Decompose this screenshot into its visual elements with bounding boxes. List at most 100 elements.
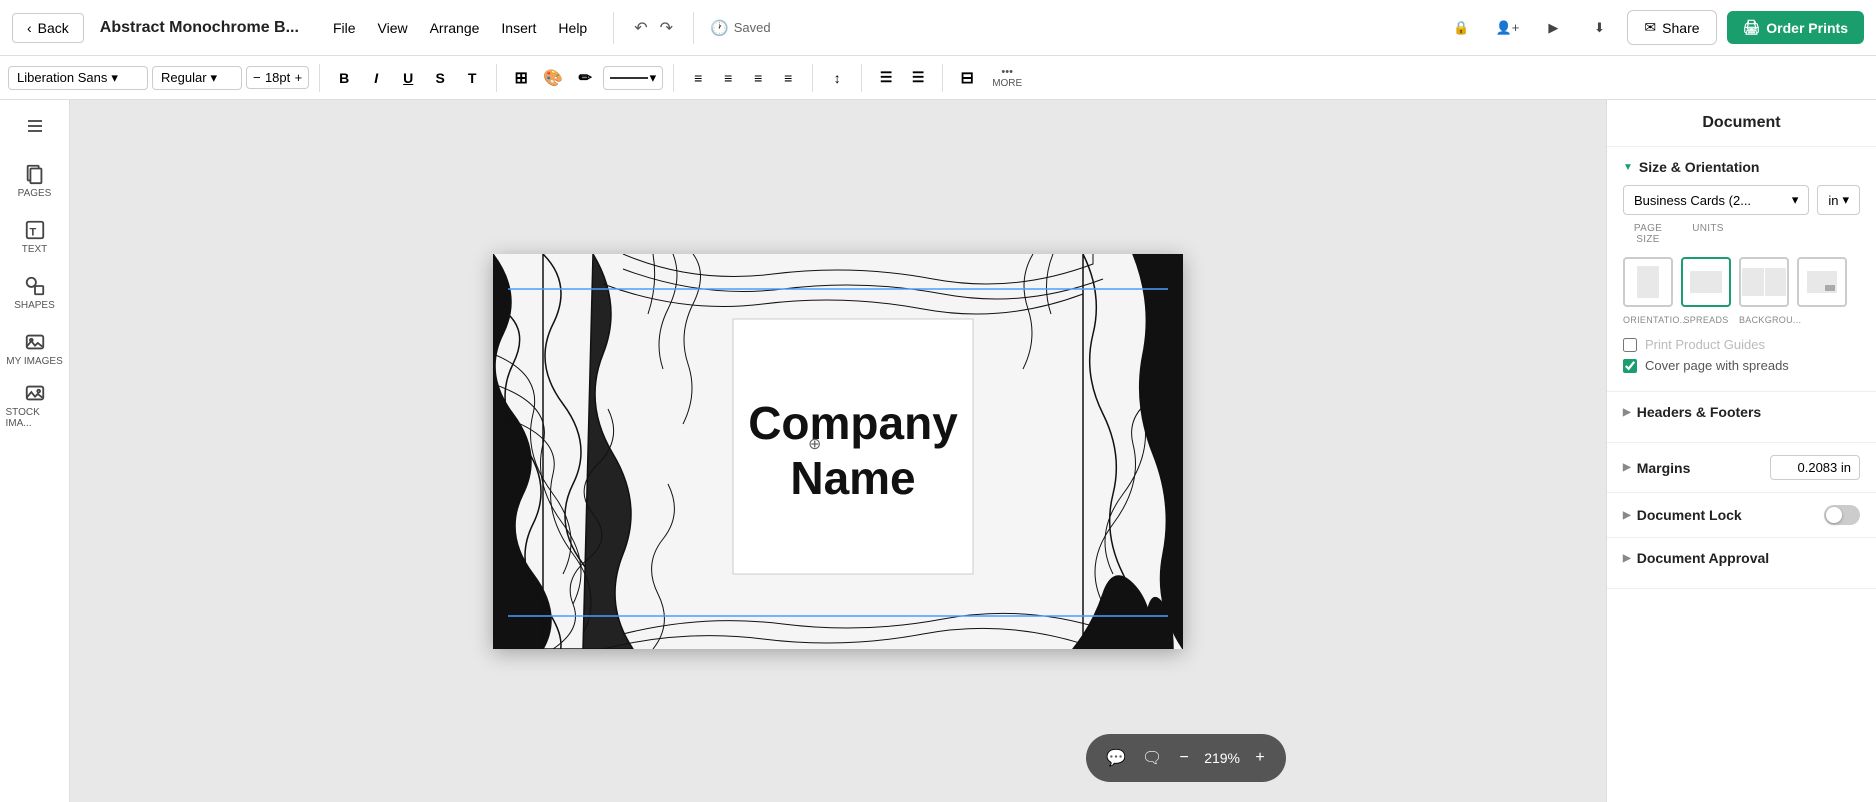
- line-spacing-button[interactable]: ↕: [823, 64, 851, 92]
- print-guides-row: Print Product Guides: [1623, 337, 1860, 352]
- document-approval-section: ▶ Document Approval: [1607, 538, 1876, 589]
- section-label: Headers & Footers: [1637, 404, 1761, 420]
- share-icon: ✉: [1644, 19, 1656, 36]
- document-lock-header[interactable]: ▶ Document Lock: [1623, 507, 1742, 523]
- portrait-button[interactable]: [1623, 257, 1673, 307]
- increase-size-icon[interactable]: +: [295, 70, 303, 85]
- menu-arrange[interactable]: Arrange: [420, 16, 490, 40]
- section-label: Size & Orientation: [1639, 159, 1760, 175]
- text-label: TEXT: [22, 244, 48, 255]
- font-style-select[interactable]: Regular ▾: [152, 66, 242, 90]
- cover-spreads-row: Cover page with spreads: [1623, 358, 1860, 373]
- menu-help[interactable]: Help: [548, 16, 597, 40]
- menu-insert[interactable]: Insert: [491, 16, 546, 40]
- undo-button[interactable]: ↶: [630, 14, 651, 42]
- lock-button[interactable]: 🔒: [1443, 10, 1479, 46]
- page-size-dropdown[interactable]: Business Cards (2... ▾: [1623, 185, 1809, 215]
- size-value: Business Cards (2...: [1634, 193, 1751, 208]
- sidebar-item-shapes[interactable]: SHAPES: [6, 266, 64, 320]
- grid-button[interactable]: ⊞: [507, 64, 535, 92]
- zoom-out-button[interactable]: −: [1170, 744, 1198, 772]
- pages-icon: [24, 163, 46, 185]
- print-guides-label: Print Product Guides: [1645, 337, 1765, 352]
- chevron-down-icon: ▾: [211, 70, 218, 86]
- cover-spreads-checkbox[interactable]: [1623, 359, 1637, 373]
- zoom-in-button[interactable]: +: [1246, 744, 1274, 772]
- toggle-knob: [1826, 507, 1842, 523]
- font-size-control[interactable]: − 18pt +: [246, 66, 309, 89]
- chevron-down-icon: ▾: [1792, 192, 1799, 208]
- align-justify-button[interactable]: ≡: [774, 64, 802, 92]
- headers-footers-header[interactable]: ▶ Headers & Footers: [1623, 404, 1860, 420]
- back-button[interactable]: ‹ Back: [12, 13, 84, 43]
- units-dropdown[interactable]: in ▾: [1817, 185, 1860, 215]
- separator2: [693, 12, 694, 44]
- units-label: UNITS: [1683, 223, 1733, 245]
- size-orientation-header[interactable]: ▼ Size & Orientation: [1623, 159, 1860, 175]
- section-label: Document Lock: [1637, 507, 1742, 523]
- bullet-list-button[interactable]: ☰: [872, 64, 900, 92]
- orientation-label: ORIENTATIO...: [1623, 315, 1673, 325]
- sidebar-item-images[interactable]: MY IMAGES: [6, 322, 64, 376]
- font-family-select[interactable]: Liberation Sans ▾: [8, 66, 148, 90]
- svg-text:⊕: ⊕: [808, 436, 821, 453]
- background-icon: [1807, 271, 1837, 293]
- line-color-button[interactable]: ✏: [571, 64, 599, 92]
- menu-file[interactable]: File: [323, 16, 366, 40]
- background-label: BACKGROU...: [1739, 315, 1789, 325]
- download-button[interactable]: ⬇: [1581, 10, 1617, 46]
- background-button[interactable]: [1797, 257, 1847, 307]
- text-transform-button[interactable]: T: [458, 64, 486, 92]
- document-lock-toggle[interactable]: [1824, 505, 1860, 525]
- redo-button[interactable]: ↷: [656, 14, 677, 42]
- spreads-button[interactable]: [1739, 257, 1789, 307]
- comment2-button[interactable]: 🗨: [1134, 740, 1170, 776]
- headers-footers-section: ▶ Headers & Footers: [1607, 392, 1876, 443]
- print-guides-checkbox[interactable]: [1623, 338, 1637, 352]
- units-value: in: [1828, 193, 1838, 208]
- toolbar-sep5: [861, 64, 862, 92]
- decrease-size-icon[interactable]: −: [253, 70, 261, 85]
- comment-button[interactable]: 💬: [1098, 740, 1134, 776]
- user-add-button[interactable]: 👤+: [1489, 10, 1525, 46]
- right-panel: Document ▼ Size & Orientation Business C…: [1606, 100, 1876, 802]
- align-left-button[interactable]: ≡: [684, 64, 712, 92]
- bold-button[interactable]: B: [330, 64, 358, 92]
- document-lock-section: ▶ Document Lock: [1607, 493, 1876, 538]
- font-style-value: Regular: [161, 70, 207, 85]
- align-right-button[interactable]: ≡: [744, 64, 772, 92]
- shapes-label: SHAPES: [14, 300, 55, 311]
- sidebar-item-pages[interactable]: PAGES: [6, 154, 64, 208]
- strikethrough-button[interactable]: S: [426, 64, 454, 92]
- margins-value[interactable]: 0.2083 in: [1770, 455, 1860, 480]
- fill-color-button[interactable]: 🎨: [539, 64, 567, 92]
- svg-text:T: T: [29, 227, 36, 239]
- menu-view[interactable]: View: [368, 16, 418, 40]
- line-style-dropdown[interactable]: ▾: [603, 66, 663, 90]
- sidebar-item-text[interactable]: T TEXT: [6, 210, 64, 264]
- italic-button[interactable]: I: [362, 64, 390, 92]
- landscape-icon: [1690, 271, 1722, 293]
- table-button[interactable]: ⊟: [953, 64, 981, 92]
- sidebar-collapse-button[interactable]: [17, 108, 53, 144]
- document-approval-header[interactable]: ▶ Document Approval: [1623, 550, 1860, 566]
- design-canvas[interactable]: Company Name ⊕: [493, 254, 1183, 649]
- more-button[interactable]: ••• MORE: [985, 66, 1029, 89]
- canvas-area: Company Name ⊕ 💬 🗨 − 219% +: [70, 100, 1606, 802]
- stock-label: STOCK IMA...: [6, 407, 64, 429]
- landscape-button[interactable]: [1681, 257, 1731, 307]
- numbered-list-button[interactable]: ☰: [904, 64, 932, 92]
- size-orientation-section: ▼ Size & Orientation Business Cards (2..…: [1607, 147, 1876, 392]
- share-button[interactable]: ✉ Share: [1627, 10, 1716, 45]
- play-button[interactable]: ▶: [1535, 10, 1571, 46]
- order-prints-button[interactable]: 🖨 Order Prints: [1727, 11, 1864, 44]
- section-chevron-icon: ▼: [1623, 162, 1633, 173]
- sidebar-item-stock[interactable]: STOCK IMA...: [6, 378, 64, 432]
- alignment-group: ≡ ≡ ≡ ≡: [684, 64, 802, 92]
- toolbar-sep3: [673, 64, 674, 92]
- canvas-background: Company Name ⊕: [493, 254, 1183, 649]
- underline-button[interactable]: U: [394, 64, 422, 92]
- spreads-icon: [1742, 268, 1786, 296]
- margins-header[interactable]: ▶ Margins: [1623, 460, 1690, 476]
- align-center-button[interactable]: ≡: [714, 64, 742, 92]
